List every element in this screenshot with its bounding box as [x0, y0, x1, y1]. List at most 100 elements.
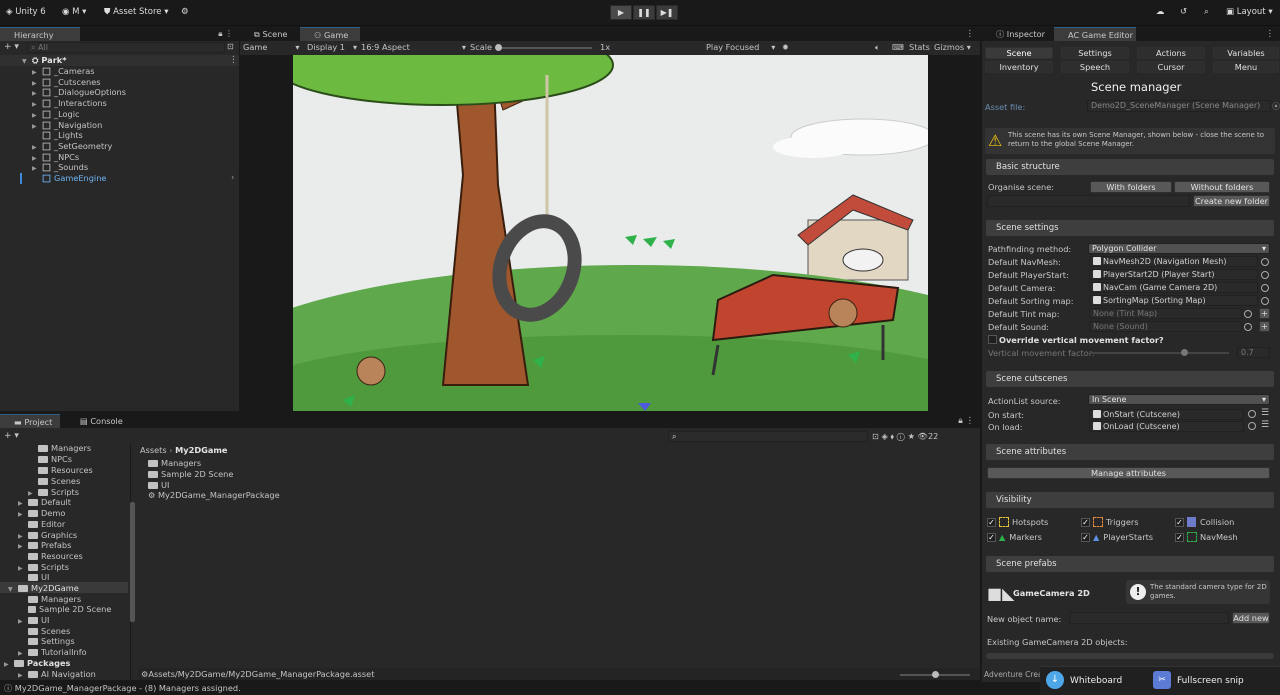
view-menu-icon[interactable]: ⋮ [966, 29, 975, 39]
lock-icon[interactable]: 🔒︎ ⋮ [218, 29, 233, 39]
account-dropdown[interactable]: ◉ M ▾ [62, 7, 86, 17]
object-picker-icon[interactable] [1248, 422, 1256, 430]
camera-field[interactable]: NavCam (Game Camera 2D) [1089, 282, 1258, 293]
override-vertical-checkbox[interactable] [988, 335, 997, 344]
project-lock-icon[interactable]: 🔒︎ ⋮ [958, 416, 974, 426]
search-options-icon[interactable]: ⊡ [227, 42, 234, 51]
game-render[interactable] [293, 55, 928, 411]
nav-menu[interactable]: Menu [1213, 61, 1279, 73]
with-folders-button[interactable]: With folders [1090, 181, 1172, 193]
pause-button[interactable]: ❚❚ [633, 5, 655, 20]
section-visibility[interactable]: Visibility [986, 492, 1274, 508]
object-picker-icon[interactable] [1261, 271, 1269, 279]
list-options-icon[interactable]: ☰ [1261, 408, 1269, 418]
scene-menu-icon[interactable]: ⋮ [229, 55, 238, 65]
playerstarts-checkbox[interactable]: ✓ [1081, 533, 1090, 542]
nav-variables[interactable]: Variables [1213, 47, 1279, 59]
without-folders-button[interactable]: Without folders [1174, 181, 1270, 193]
tree-folder[interactable]: Managers [38, 443, 91, 454]
object-picker-icon[interactable] [1261, 297, 1269, 305]
breadcrumb-assets[interactable]: Assets [140, 445, 167, 455]
section-scene-attributes[interactable]: Scene attributes [986, 444, 1274, 460]
nav-speech[interactable]: Speech [1061, 61, 1129, 73]
add-object-button[interactable]: + ▾ [4, 42, 19, 52]
nav-settings[interactable]: Settings [1061, 47, 1129, 59]
mute-audio-icon[interactable]: 🔈︎ [875, 42, 880, 53]
tint-map-field[interactable]: None (Tint Map) [1089, 308, 1242, 319]
tab-scene[interactable]: ⧉ Scene [240, 27, 300, 41]
play-focused-dropdown[interactable]: Play Focused ▾ [706, 42, 775, 53]
asset-item[interactable]: Managers [148, 458, 201, 469]
list-options-icon[interactable]: ☰ [1261, 420, 1269, 430]
section-scene-prefabs[interactable]: Scene prefabs [986, 556, 1274, 572]
object-picker-icon[interactable] [1244, 323, 1252, 331]
nav-scene[interactable]: Scene [985, 47, 1053, 59]
nav-cursor[interactable]: Cursor [1137, 61, 1205, 73]
inspector-menu-icon[interactable]: ⋮ [1266, 29, 1275, 39]
scale-slider-thumb[interactable] [495, 44, 502, 51]
horizontal-scrollbar[interactable] [986, 653, 1274, 659]
cloud-icon[interactable]: ☁ [1156, 7, 1165, 17]
add-tint-map-button[interactable]: + [1259, 308, 1270, 319]
folder-name-input[interactable] [987, 195, 1190, 207]
tree-folder[interactable]: Scenes [38, 476, 80, 487]
object-picker-icon[interactable] [1261, 284, 1269, 292]
tab-ac-game-editor[interactable]: AC Game Editor [1054, 27, 1136, 41]
bug-icon[interactable]: ✹ [782, 42, 789, 53]
display-dropdown[interactable]: Display 1 ▾ [307, 42, 357, 53]
sound-field[interactable]: None (Sound) [1089, 321, 1242, 332]
on-load-field[interactable]: OnLoad (Cutscene) [1089, 421, 1244, 432]
object-picker-icon[interactable] [1248, 410, 1256, 418]
object-picker-icon[interactable] [1261, 258, 1269, 266]
unity-logo[interactable]: ◈ Unity 6 [6, 7, 46, 17]
tree-scrollbar[interactable] [130, 502, 135, 622]
search-icon[interactable]: ⌕ [1204, 7, 1209, 17]
tree-folder[interactable]: Resources [28, 551, 83, 562]
tab-console[interactable]: ▤ Console [66, 414, 136, 428]
section-scene-cutscenes[interactable]: Scene cutscenes [986, 371, 1274, 387]
project-search-input[interactable]: ⌕ [668, 431, 868, 442]
asset-item[interactable]: ⚙ My2DGame_ManagerPackage [148, 490, 280, 501]
tree-scene[interactable]: Sample 2D Scene [28, 604, 111, 615]
vertical-factor-slider[interactable] [1089, 352, 1229, 354]
playerstart-field[interactable]: PlayerStart2D (Player Start) [1089, 269, 1258, 280]
snip-icon[interactable]: ✂ [1153, 671, 1171, 689]
tree-folder[interactable]: Editor [28, 519, 65, 530]
vertical-factor-thumb[interactable] [1181, 349, 1188, 356]
create-asset-button[interactable]: + ▾ [4, 431, 19, 441]
object-picker-icon[interactable] [1244, 310, 1252, 318]
pathfinding-dropdown[interactable]: Polygon Collider ▾ [1088, 243, 1270, 254]
asset-item[interactable]: Sample 2D Scene [148, 469, 233, 480]
navmesh-checkbox[interactable]: ✓ [1175, 533, 1184, 542]
play-button[interactable]: ▶ [610, 5, 632, 20]
scale-slider[interactable] [496, 47, 592, 49]
hotspots-checkbox[interactable]: ✓ [987, 518, 996, 527]
settings-gear-icon[interactable]: ⚙ [181, 7, 189, 17]
tree-folder[interactable]: NPCs [38, 454, 72, 465]
tree-folder[interactable]: Settings [18, 636, 75, 647]
tree-package[interactable]: ▶ AI Navigation [18, 669, 96, 681]
triggers-checkbox[interactable]: ✓ [1081, 518, 1090, 527]
sorting-map-field[interactable]: SortingMap (Sorting Map) [1089, 295, 1258, 306]
layout-dropdown[interactable]: ▣ Layout ▾ [1226, 7, 1273, 17]
actionlist-source-dropdown[interactable]: In Scene ▾ [1088, 394, 1270, 405]
object-picker-icon[interactable]: ⦿ [1272, 101, 1280, 112]
aspect-dropdown[interactable]: 16:9 Aspect ▾ [361, 42, 466, 53]
whiteboard-icon[interactable]: ↓ [1046, 671, 1064, 689]
step-button[interactable]: ▶❚ [656, 5, 678, 20]
on-start-field[interactable]: OnStart (Cutscene) [1089, 409, 1244, 420]
asset-file-field[interactable]: Demo2D_SceneManager (Scene Manager) [1087, 100, 1271, 112]
keyboard-icon[interactable]: ⌨ [892, 42, 904, 53]
icon-size-thumb[interactable] [932, 671, 939, 678]
tab-hierarchy[interactable]: Hierarchy [0, 27, 80, 41]
tab-game[interactable]: ⚇ Game [300, 27, 360, 41]
hierarchy-item-gameengine[interactable]: GameEngine [32, 173, 106, 184]
tab-project[interactable]: ▬ Project [0, 414, 60, 428]
asset-store-dropdown[interactable]: ⛊ Asset Store ▾ [104, 7, 168, 17]
section-basic-structure[interactable]: Basic structure [986, 159, 1274, 175]
snip-label[interactable]: Fullscreen snip [1177, 676, 1244, 686]
add-sound-button[interactable]: + [1259, 321, 1270, 332]
whiteboard-label[interactable]: Whiteboard [1070, 676, 1122, 686]
breadcrumb-current[interactable]: My2DGame [175, 445, 227, 455]
new-object-name-input[interactable] [1069, 612, 1229, 624]
